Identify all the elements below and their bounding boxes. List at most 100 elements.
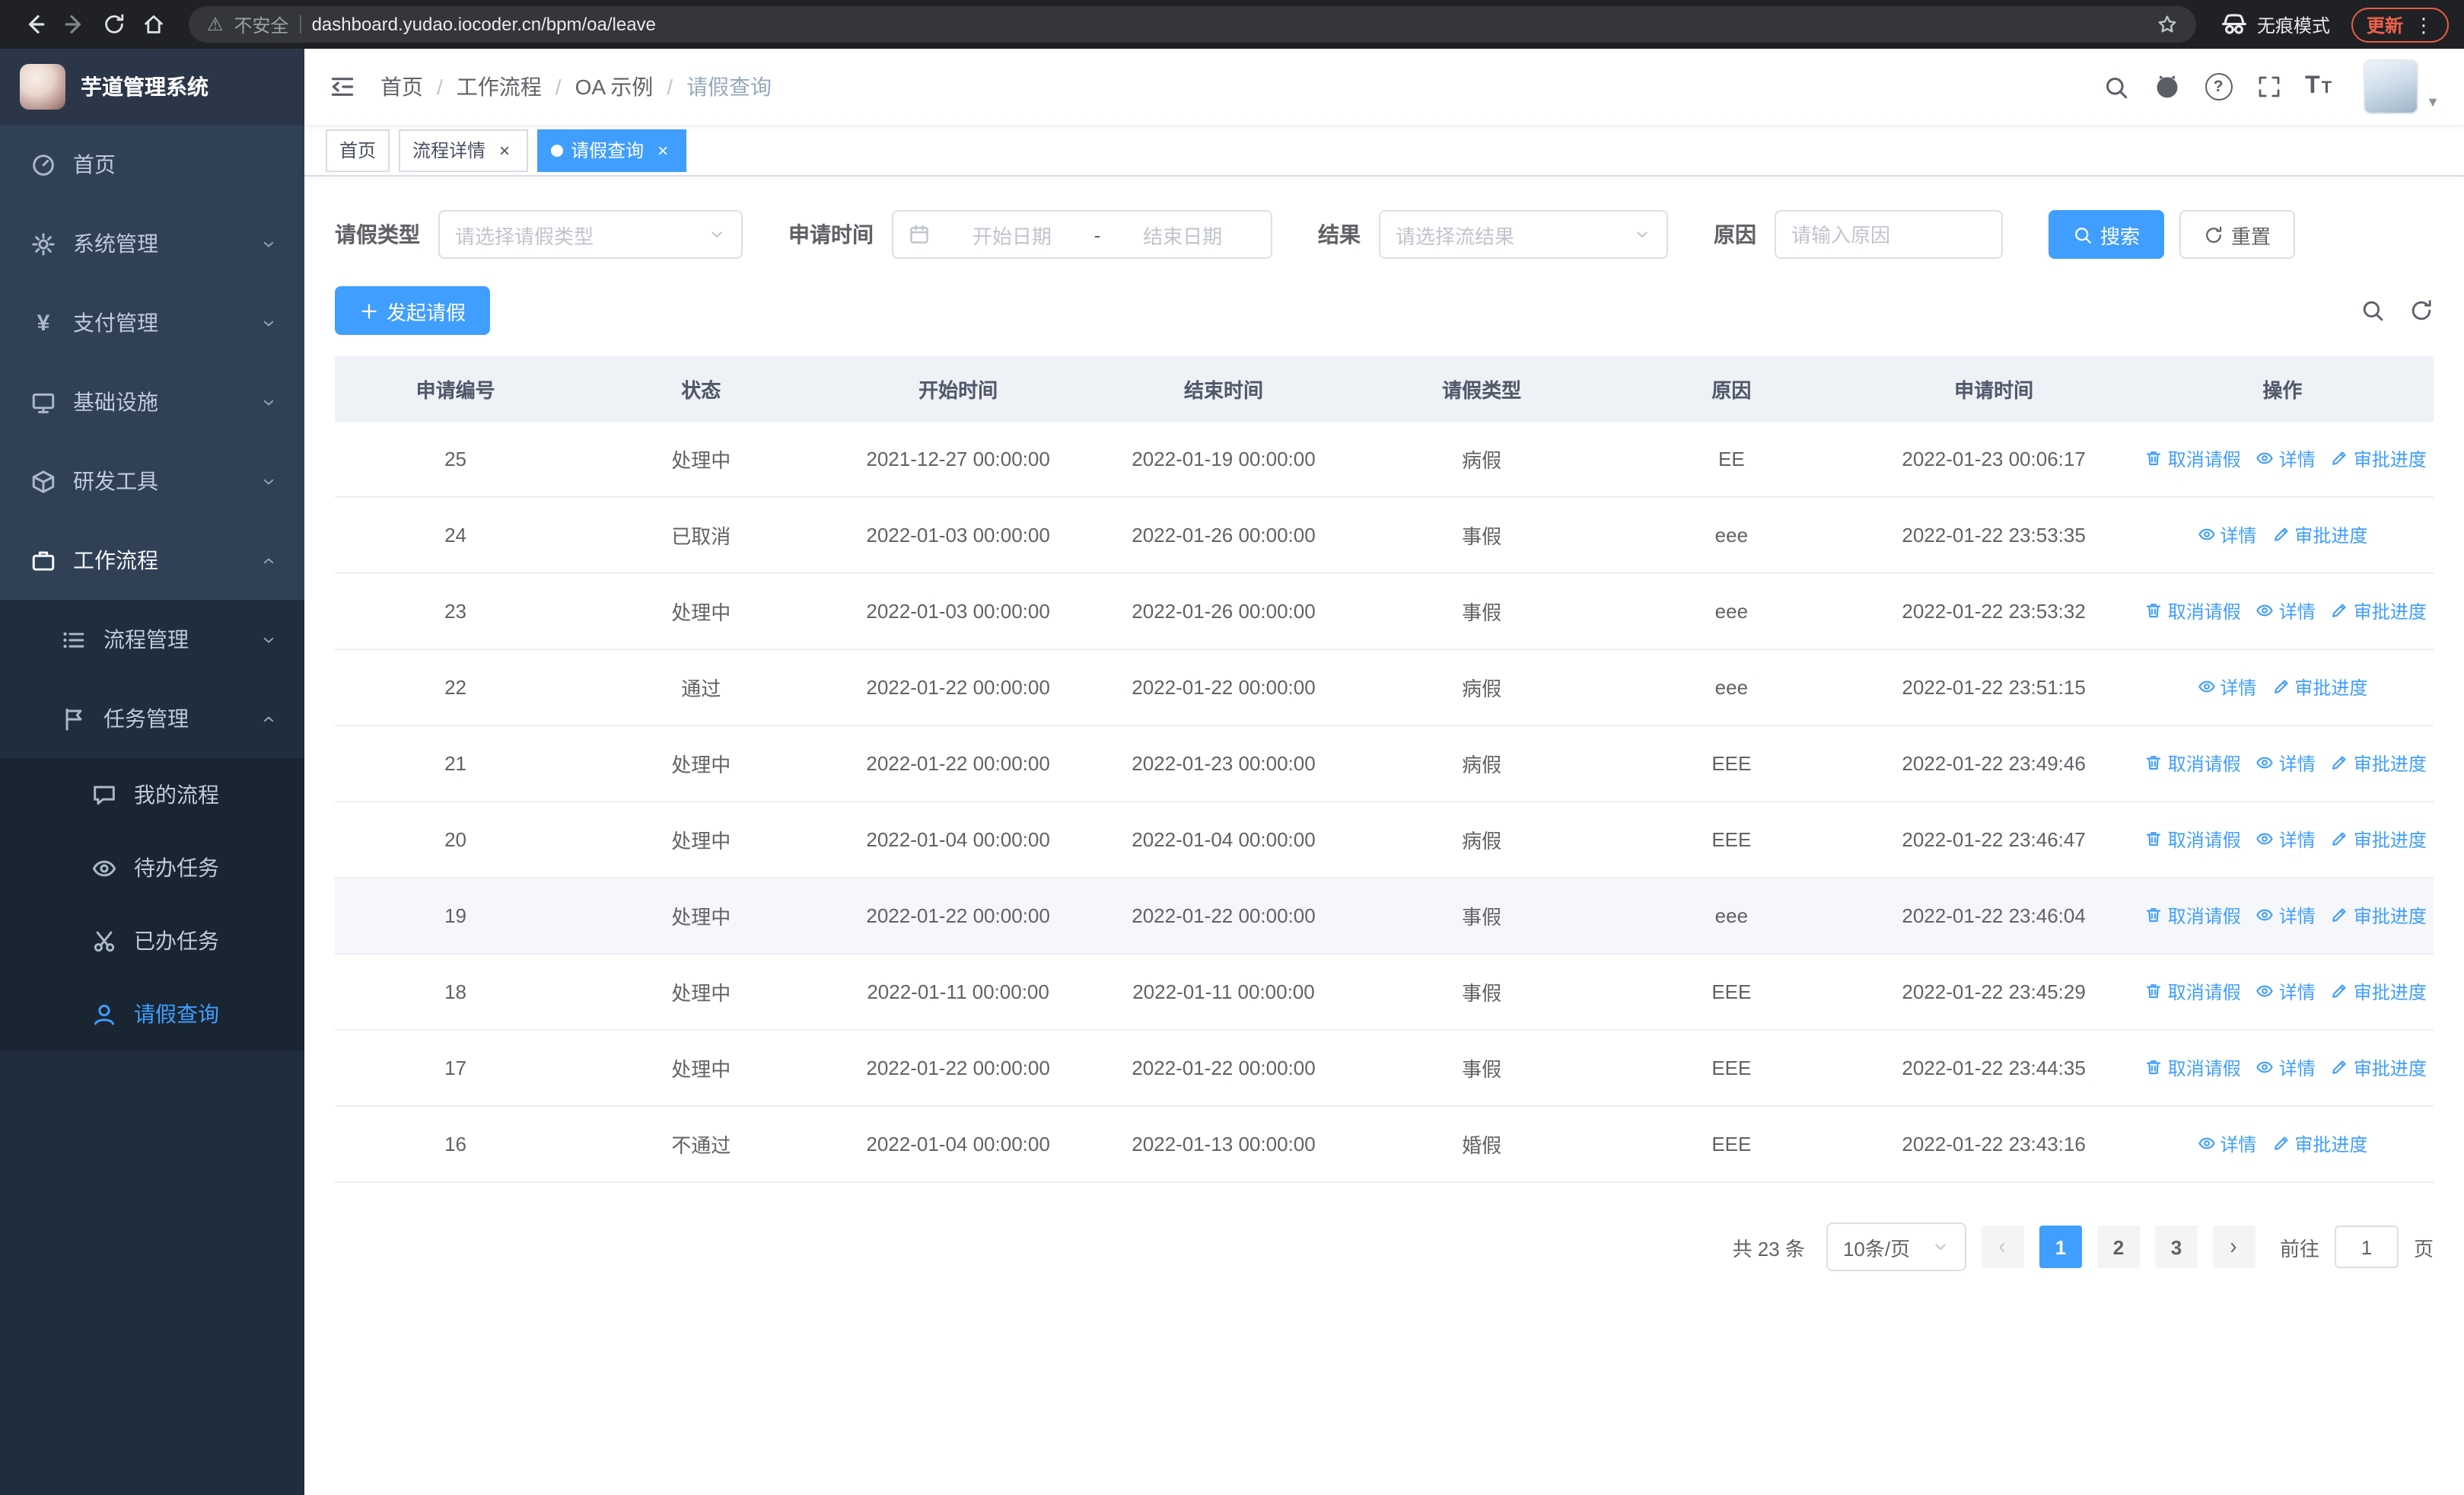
chevron-down-icon	[1633, 225, 1651, 244]
action-progress-link[interactable]: 审批进度	[2331, 979, 2427, 1005]
action-cancel-link[interactable]: 取消请假	[2145, 751, 2241, 776]
action-label: 详情	[2278, 601, 2316, 623]
action-progress-link[interactable]: 审批进度	[2331, 446, 2427, 472]
action-progress-link[interactable]: 审批进度	[2271, 1131, 2367, 1157]
table-cell: 病假	[1357, 802, 1607, 878]
tab-0[interactable]: 首页	[326, 129, 390, 171]
action-cancel-link[interactable]: 取消请假	[2145, 598, 2241, 624]
pagination: 共 23 条 10条/页 123 前往 页	[335, 1222, 2434, 1271]
action-progress-link[interactable]: 审批进度	[2331, 827, 2427, 853]
action-detail-link[interactable]: 详情	[2256, 751, 2316, 776]
prev-page-button[interactable]	[1981, 1226, 2024, 1268]
action-detail-link[interactable]: 详情	[2256, 903, 2316, 929]
back-icon[interactable]	[15, 6, 55, 43]
page-button-2[interactable]: 2	[2096, 1226, 2140, 1268]
github-icon[interactable]	[2153, 73, 2180, 100]
user-menu[interactable]: ▼	[2364, 59, 2440, 114]
action-progress-link[interactable]: 审批进度	[2271, 522, 2367, 548]
action-progress-link[interactable]: 审批进度	[2331, 1055, 2427, 1081]
url-text[interactable]: dashboard.yudao.iocoder.cn/bpm/oa/leave	[312, 14, 2146, 35]
reload-icon[interactable]	[94, 6, 134, 43]
breadcrumb-item[interactable]: OA 示例	[575, 72, 654, 102]
column-header: 原因	[1606, 356, 1857, 422]
search-icon[interactable]	[2103, 74, 2128, 100]
leave-type-select[interactable]: 请选择请假类型	[438, 210, 743, 259]
refresh-table-icon[interactable]	[2409, 298, 2434, 323]
table-cell: eee	[1606, 573, 1857, 650]
breadcrumb-item[interactable]: 首页	[380, 72, 423, 102]
action-cancel-link[interactable]: 取消请假	[2145, 446, 2241, 472]
sidebar-item-9[interactable]: 待办任务	[0, 831, 304, 904]
action-cancel-link[interactable]: 取消请假	[2145, 827, 2241, 853]
page-button-3[interactable]: 3	[2154, 1226, 2198, 1268]
action-progress-link[interactable]: 审批进度	[2331, 903, 2427, 929]
action-cancel-link[interactable]: 取消请假	[2145, 903, 2241, 929]
sidebar-item-2[interactable]: ¥ 支付管理	[0, 283, 304, 362]
table-cell: 21	[335, 725, 577, 802]
fullscreen-icon[interactable]	[2256, 75, 2281, 99]
total-count: 共 23 条	[1732, 1237, 1805, 1260]
filter-result: 结果 请选择流结果	[1318, 210, 1668, 259]
sidebar-item-8[interactable]: 我的流程	[0, 758, 304, 831]
tab-label: 首页	[339, 140, 377, 161]
action-detail-link[interactable]: 详情	[2197, 522, 2256, 548]
action-detail-link[interactable]: 详情	[2256, 979, 2316, 1005]
table-cell: eee	[1606, 878, 1857, 955]
collapse-sidebar-icon[interactable]	[304, 49, 380, 125]
reason-input[interactable]	[1775, 210, 2003, 259]
sidebar-item-5[interactable]: 工作流程	[0, 521, 304, 600]
home-icon[interactable]	[134, 6, 173, 43]
action-detail-link[interactable]: 详情	[2256, 446, 2316, 472]
action-label: 审批进度	[2353, 601, 2427, 623]
page-size-select[interactable]: 10条/页	[1826, 1222, 1966, 1271]
reset-button[interactable]: 重置	[2179, 210, 2296, 259]
sidebar-item-0[interactable]: 首页	[0, 125, 304, 204]
address-bar[interactable]: ⚠ 不安全 dashboard.yudao.iocoder.cn/bpm/oa/…	[189, 6, 2196, 43]
close-icon[interactable]: ×	[495, 140, 514, 160]
sidebar-item-6[interactable]: 流程管理	[0, 600, 304, 679]
sidebar-item-4[interactable]: 研发工具	[0, 441, 304, 521]
apply-time-range-picker[interactable]: 开始日期 - 结束日期	[892, 210, 1272, 259]
table-row: 20 处理中 2022-01-04 00:00:00 2022-01-04 00:00…	[335, 802, 2434, 878]
forward-icon[interactable]	[55, 6, 94, 43]
edit-icon	[2331, 983, 2349, 1001]
sidebar-item-10[interactable]: 已办任务	[0, 904, 304, 977]
tab-1[interactable]: 流程详情 ×	[399, 129, 529, 171]
goto-page-input[interactable]	[2334, 1226, 2399, 1268]
action-progress-link[interactable]: 审批进度	[2271, 674, 2367, 700]
next-page-button[interactable]	[2212, 1226, 2255, 1268]
close-icon[interactable]: ×	[653, 140, 673, 160]
menu-dots-icon[interactable]: ⋮	[2414, 14, 2434, 34]
action-cancel-link[interactable]: 取消请假	[2145, 1055, 2241, 1081]
action-label: 详情	[2220, 677, 2257, 699]
page-button-1[interactable]: 1	[2039, 1226, 2082, 1268]
avatar[interactable]	[2364, 59, 2419, 114]
search-button[interactable]: 搜索	[2049, 210, 2165, 259]
action-progress-link[interactable]: 审批进度	[2331, 751, 2427, 776]
breadcrumb-item[interactable]: 工作流程	[457, 72, 542, 102]
tab-2[interactable]: 请假查询 ×	[537, 129, 687, 171]
table-cell-actions: 取消请假 详情 审批进度	[2131, 802, 2434, 878]
bookmark-star-icon[interactable]	[2157, 14, 2178, 35]
table-cell: 2022-01-22 23:53:35	[1856, 497, 2131, 574]
plus-icon	[359, 301, 379, 320]
security-label[interactable]: 不安全	[234, 11, 289, 37]
sidebar-item-11[interactable]: 请假查询	[0, 977, 304, 1050]
sidebar-item-1[interactable]: 系统管理	[0, 204, 304, 283]
result-select[interactable]: 请选择流结果	[1379, 210, 1668, 259]
action-detail-link[interactable]: 详情	[2256, 598, 2316, 624]
action-cancel-link[interactable]: 取消请假	[2145, 979, 2241, 1005]
sidebar-item-3[interactable]: 基础设施	[0, 362, 304, 441]
font-size-icon[interactable]: TT	[2305, 73, 2333, 100]
action-detail-link[interactable]: 详情	[2197, 1131, 2256, 1157]
action-detail-link[interactable]: 详情	[2256, 1055, 2316, 1081]
help-icon[interactable]: ?	[2205, 73, 2233, 100]
action-detail-link[interactable]: 详情	[2197, 674, 2256, 700]
hide-search-icon[interactable]	[2361, 298, 2385, 323]
page-unit-label: 页	[2413, 1237, 2434, 1260]
sidebar-item-7[interactable]: 任务管理	[0, 679, 304, 758]
action-detail-link[interactable]: 详情	[2256, 827, 2316, 853]
update-button[interactable]: 更新 ⋮	[2351, 7, 2449, 42]
create-leave-button[interactable]: 发起请假	[335, 286, 491, 335]
action-progress-link[interactable]: 审批进度	[2331, 598, 2427, 624]
